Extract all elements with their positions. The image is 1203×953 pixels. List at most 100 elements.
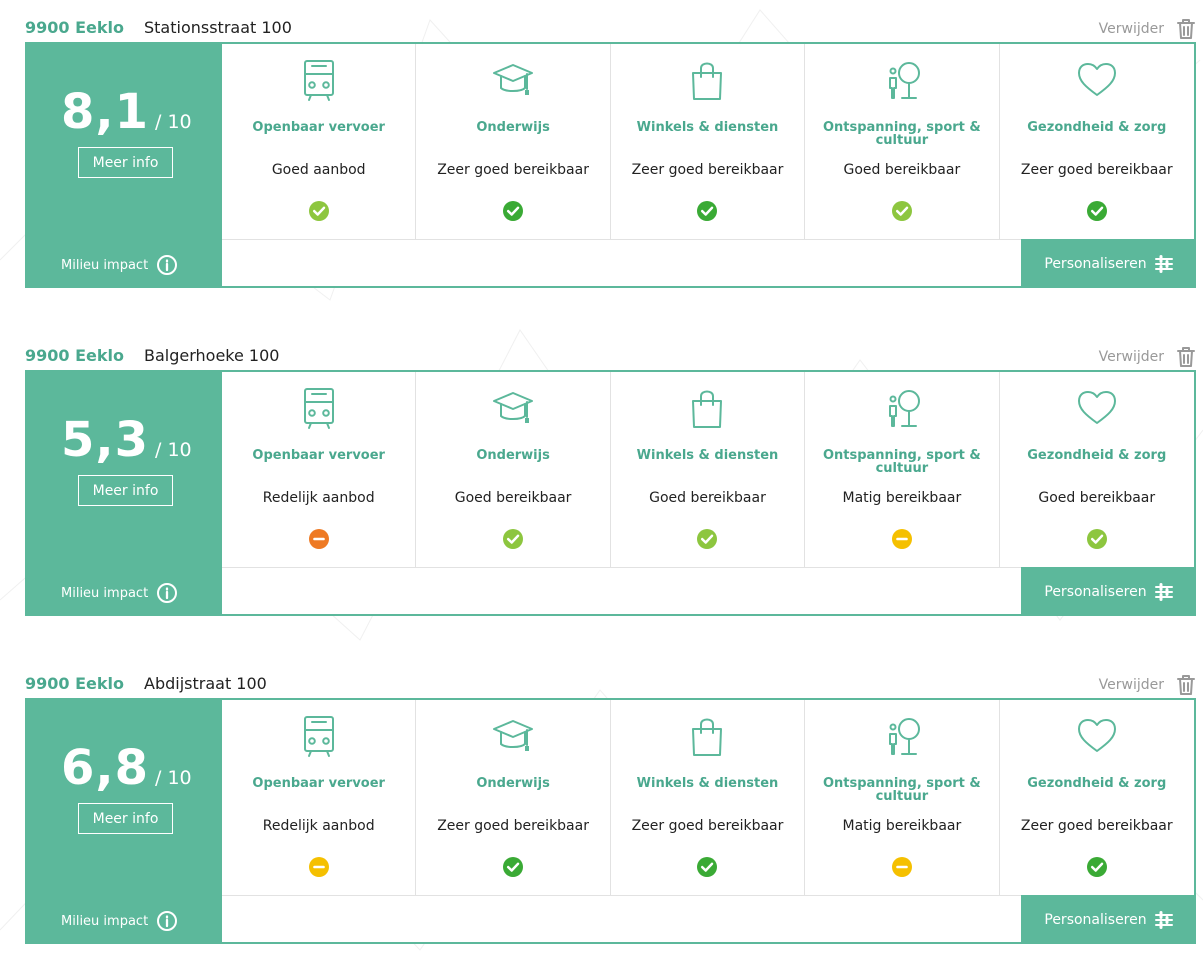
minus-icon <box>308 529 329 549</box>
check-icon <box>1086 529 1107 549</box>
category-shops[interactable]: Winkels & diensten Zeer goed bereikbaar <box>611 700 806 895</box>
check-icon <box>697 529 718 549</box>
category-leisure[interactable]: Ontspanning, sport & cultuur Matig berei… <box>805 372 1000 567</box>
personalize-button[interactable]: Personaliseren <box>1021 567 1196 616</box>
personalize-button[interactable]: Personaliseren <box>1021 895 1196 944</box>
category-education[interactable]: Onderwijs Zeer goed bereikbaar <box>416 700 611 895</box>
more-info-button[interactable]: Meer info <box>78 147 173 178</box>
check-icon <box>1086 857 1107 877</box>
category-title: Ontspanning, sport & cultuur <box>822 448 981 476</box>
category-title: Ontspanning, sport & cultuur <box>822 776 981 804</box>
category-status: Redelijk aanbod <box>262 490 375 506</box>
address-card-body: 6,8/ 10 Meer info Milieu impact Openbaar… <box>25 698 1196 944</box>
category-grid: Openbaar vervoer Redelijk aanbod Onderwi… <box>222 372 1194 567</box>
category-status: Goed bereikbaar <box>649 490 766 506</box>
category-grid: Openbaar vervoer Goed aanbod Onderwijs Z… <box>222 44 1194 239</box>
score-suffix: / 10 <box>155 111 192 133</box>
remove-button[interactable]: Verwijder <box>1099 344 1196 370</box>
category-title: Onderwijs <box>476 120 550 135</box>
category-public-transport[interactable]: Openbaar vervoer Redelijk aanbod <box>222 700 417 895</box>
category-leisure[interactable]: Ontspanning, sport & cultuur Matig berei… <box>805 700 1000 895</box>
category-title: Onderwijs <box>476 776 550 791</box>
minus-icon <box>891 857 912 877</box>
score-value: 8,1 <box>61 84 150 140</box>
address-header: 9900 Eeklo Balgerhoeke 100 Verwijder <box>25 342 1196 372</box>
category-title: Openbaar vervoer <box>252 776 385 791</box>
more-info-button[interactable]: Meer info <box>78 803 173 834</box>
minus-icon <box>891 529 912 549</box>
category-status: Zeer goed bereikbaar <box>437 818 589 834</box>
check-icon <box>503 857 524 877</box>
category-title: Winkels & diensten <box>636 776 779 791</box>
category-status: Zeer goed bereikbaar <box>631 818 784 834</box>
heart-icon <box>1077 719 1116 752</box>
info-icon <box>157 911 178 931</box>
address-street: Balgerhoeke 100 <box>144 346 280 365</box>
category-status: Goed bereikbaar <box>1038 490 1156 506</box>
check-icon <box>308 201 329 221</box>
graduation-cap-icon <box>493 720 534 751</box>
category-status: Redelijk aanbod <box>262 818 375 834</box>
personalize-label: Personaliseren <box>1044 911 1147 928</box>
category-shops[interactable]: Winkels & diensten Goed bereikbaar <box>611 372 806 567</box>
graduation-cap-icon <box>493 392 534 423</box>
category-education[interactable]: Onderwijs Zeer goed bereikbaar <box>416 44 611 239</box>
score-value: 6,8 <box>61 740 150 796</box>
category-title: Openbaar vervoer <box>252 448 385 463</box>
personalize-button[interactable]: Personaliseren <box>1021 239 1196 288</box>
more-info-button[interactable]: Meer info <box>78 475 173 506</box>
shopping-bag-icon <box>692 390 723 428</box>
category-title: Gezondheid & zorg <box>1027 448 1167 463</box>
check-icon <box>1086 201 1107 221</box>
category-title: Winkels & diensten <box>636 448 779 463</box>
category-education[interactable]: Onderwijs Goed bereikbaar <box>416 372 611 567</box>
remove-button[interactable]: Verwijder <box>1099 16 1196 42</box>
info-icon <box>157 255 178 275</box>
category-status: Matig bereikbaar <box>842 818 962 834</box>
heart-icon <box>1077 391 1116 424</box>
category-public-transport[interactable]: Openbaar vervoer Goed aanbod <box>222 44 417 239</box>
category-title: Onderwijs <box>476 448 550 463</box>
remove-button[interactable]: Verwijder <box>1099 672 1196 698</box>
divider <box>222 895 1026 896</box>
shopping-bag-icon <box>692 718 723 756</box>
address-header: 9900 Eeklo Stationsstraat 100 Verwijder <box>25 14 1196 44</box>
milieu-impact-button[interactable]: Milieu impact <box>61 580 178 606</box>
info-icon <box>157 583 178 603</box>
shopping-bag-icon <box>692 62 723 100</box>
category-health[interactable]: Gezondheid & zorg Goed bereikbaar <box>1000 372 1194 567</box>
category-title: Gezondheid & zorg <box>1027 776 1167 791</box>
category-leisure[interactable]: Ontspanning, sport & cultuur Goed bereik… <box>805 44 1000 239</box>
sliders-icon <box>1154 910 1173 929</box>
address-city: 9900 Eeklo <box>25 674 124 693</box>
milieu-impact-button[interactable]: Milieu impact <box>61 908 178 934</box>
category-status: Zeer goed bereikbaar <box>631 162 784 178</box>
address-street: Stationsstraat 100 <box>144 18 292 37</box>
category-public-transport[interactable]: Openbaar vervoer Redelijk aanbod <box>222 372 417 567</box>
category-shops[interactable]: Winkels & diensten Zeer goed bereikbaar <box>611 44 806 239</box>
category-health[interactable]: Gezondheid & zorg Zeer goed bereikbaar <box>1000 700 1194 895</box>
category-title: Openbaar vervoer <box>252 120 385 135</box>
category-status: Matig bereikbaar <box>842 490 962 506</box>
divider <box>222 567 1026 568</box>
sliders-icon <box>1154 254 1173 273</box>
score-suffix: / 10 <box>155 439 192 461</box>
category-title: Ontspanning, sport & cultuur <box>822 120 981 148</box>
remove-label: Verwijder <box>1098 349 1164 365</box>
milieu-impact-label: Milieu impact <box>61 585 149 601</box>
remove-label: Verwijder <box>1098 677 1164 693</box>
sliders-icon <box>1154 582 1173 601</box>
category-status: Goed bereikbaar <box>843 162 961 178</box>
milieu-impact-button[interactable]: Milieu impact <box>61 252 178 278</box>
score-suffix: / 10 <box>155 767 192 789</box>
bus-icon <box>303 716 334 757</box>
trash-icon <box>1177 347 1195 367</box>
category-health[interactable]: Gezondheid & zorg Zeer goed bereikbaar <box>1000 44 1194 239</box>
bus-icon <box>303 60 334 101</box>
divider <box>222 239 1026 240</box>
score: 6,8/ 10 <box>61 740 192 796</box>
address-street: Abdijstraat 100 <box>144 674 267 693</box>
check-icon <box>503 529 524 549</box>
category-status: Zeer goed bereikbaar <box>1020 818 1173 834</box>
personalize-label: Personaliseren <box>1044 255 1147 272</box>
